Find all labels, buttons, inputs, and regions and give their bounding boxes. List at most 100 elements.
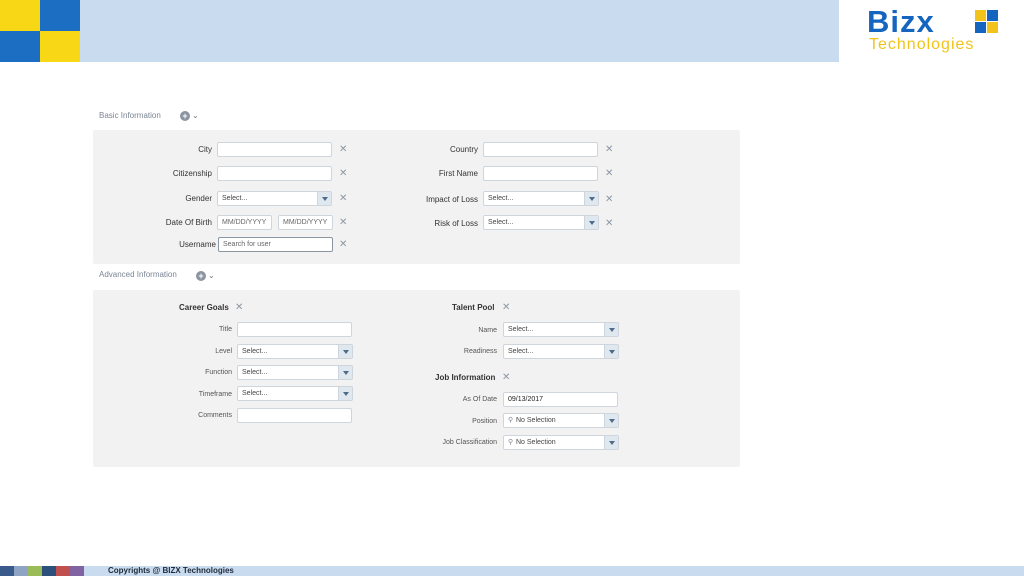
plus-circle-icon[interactable]: + [180,110,190,121]
talent-readiness-label: Readiness [463,348,497,355]
username-label: Username [179,240,216,249]
date-of-birth-label: Date Of Birth [165,218,212,227]
close-icon[interactable]: ✕ [605,195,613,205]
header-square-blue-1 [40,0,80,31]
gender-select[interactable]: Select... [217,191,332,206]
talent-name-value: Select... [508,326,534,333]
close-icon[interactable]: ✕ [605,219,613,229]
logo-squares-icon [975,10,999,34]
citizenship-label: Citizenship [172,169,212,178]
job-classification-label: Job Classification [442,439,497,446]
close-icon[interactable]: ✕ [605,145,613,155]
logo: Bizx Technologies [839,0,1024,62]
talent-name-select[interactable]: Select... [503,322,619,337]
header-square-yellow-1 [0,0,40,31]
triangle-down-icon[interactable] [584,216,598,229]
header-band: Bizx Technologies [0,0,1024,62]
job-classification-select[interactable]: ⚲ No Selection [503,435,619,450]
talent-readiness-value: Select... [508,348,534,355]
career-goals-title: Career Goals [179,303,229,312]
triangle-down-icon[interactable] [338,345,352,358]
city-input[interactable] [217,142,332,157]
career-comments-label: Comments [198,412,232,419]
career-timeframe-label: Timeframe [198,391,232,398]
footer-stripe [42,566,56,576]
date-of-birth-from-input[interactable]: MM/DD/YYYY [217,215,272,230]
gender-select-value: Select... [222,195,248,202]
career-comments-input[interactable] [237,408,352,423]
position-select[interactable]: ⚲ No Selection [503,413,619,428]
city-label: City [198,145,212,154]
advanced-info-title: Advanced Information [99,270,177,279]
close-icon[interactable]: ✕ [235,303,243,313]
risk-of-loss-select[interactable]: Select... [483,215,599,230]
footer-stripe [56,566,70,576]
triangle-down-icon[interactable] [317,192,331,205]
plus-circle-icon[interactable]: + [196,270,206,281]
country-input[interactable] [483,142,598,157]
as-of-date-input[interactable]: 09/13/2017 [503,392,618,407]
close-icon[interactable]: ✕ [605,169,613,179]
position-label: Position [472,418,497,425]
footer-stripe [0,566,14,576]
logo-subtitle: Technologies [869,36,975,53]
chevron-down-icon[interactable]: ⌄ [192,111,199,120]
advanced-info-add-control[interactable]: + ⌄ [196,270,215,281]
first-name-label: First Name [438,169,478,178]
basic-info-title: Basic Information [99,111,161,120]
logo-wordmark: Bizx [867,4,935,39]
footer-stripe [70,566,84,576]
basic-info-add-control[interactable]: + ⌄ [180,110,199,121]
close-icon[interactable]: ✕ [502,373,510,383]
footer-stripe [28,566,42,576]
career-title-input[interactable] [237,322,352,337]
career-timeframe-value: Select... [242,390,268,397]
triangle-down-icon[interactable] [604,345,618,358]
advanced-info-panel [93,290,740,467]
date-of-birth-to-input[interactable]: MM/DD/YYYY [278,215,333,230]
position-value: No Selection [516,417,556,424]
career-function-select[interactable]: Select... [237,365,353,380]
close-icon[interactable]: ✕ [339,145,347,155]
job-information-title: Job Information [435,373,496,382]
career-level-select[interactable]: Select... [237,344,353,359]
triangle-down-icon[interactable] [584,192,598,205]
impact-of-loss-select[interactable]: Select... [483,191,599,206]
career-function-label: Function [205,369,232,376]
talent-name-label: Name [478,327,497,334]
impact-of-loss-label: Impact of Loss [425,195,478,204]
close-icon[interactable]: ✕ [339,169,347,179]
first-name-input[interactable] [483,166,598,181]
magnifier-icon: ⚲ [508,417,514,424]
career-function-value: Select... [242,369,268,376]
triangle-down-icon[interactable] [338,366,352,379]
footer-copyright: Copyrights @ BIZX Technologies [108,566,234,575]
close-icon[interactable]: ✕ [339,218,347,228]
header-square-yellow-2 [40,31,80,62]
impact-of-loss-select-value: Select... [488,195,514,202]
close-icon[interactable]: ✕ [339,194,347,204]
risk-of-loss-select-value: Select... [488,219,514,226]
triangle-down-icon[interactable] [604,323,618,336]
talent-pool-title: Talent Pool [452,303,495,312]
risk-of-loss-label: Risk of Loss [434,219,478,228]
close-icon[interactable]: ✕ [339,240,347,250]
username-search-input[interactable]: Search for user [218,237,333,252]
career-level-value: Select... [242,348,268,355]
talent-readiness-select[interactable]: Select... [503,344,619,359]
close-icon[interactable]: ✕ [502,303,510,313]
job-classification-value: No Selection [516,439,556,446]
career-title-label: Title [219,326,232,333]
footer-stripe [14,566,28,576]
slide: Bizx Technologies Basic Information + ⌄ C… [0,0,1024,576]
chevron-down-icon[interactable]: ⌄ [208,271,215,280]
triangle-down-icon[interactable] [604,436,618,449]
gender-label: Gender [185,194,212,203]
triangle-down-icon[interactable] [338,387,352,400]
magnifier-icon: ⚲ [508,439,514,446]
citizenship-input[interactable] [217,166,332,181]
as-of-date-label: As Of Date [462,396,497,403]
header-square-blue-2 [0,31,40,62]
career-timeframe-select[interactable]: Select... [237,386,353,401]
triangle-down-icon[interactable] [604,414,618,427]
